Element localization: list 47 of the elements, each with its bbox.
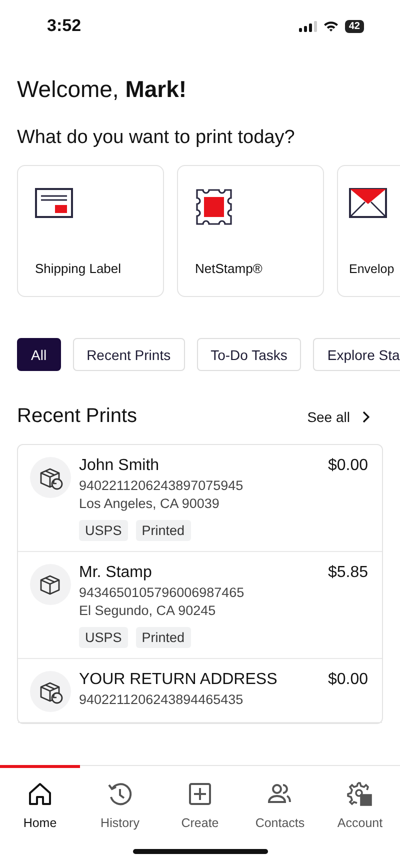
print-option-label: Envelop <box>349 262 396 276</box>
filter-chip[interactable]: Explore Sta <box>313 338 400 371</box>
print-option-label: NetStamp® <box>195 261 264 276</box>
user-name: Mark! <box>125 76 187 102</box>
tracking-number: 9402211206243897075945 <box>79 478 244 493</box>
home-icon <box>26 780 54 808</box>
envelope-icon <box>349 188 387 218</box>
price: $5.85 <box>328 564 368 582</box>
create-icon <box>186 780 214 808</box>
filter-chip[interactable]: To-Do Tasks <box>196 338 302 371</box>
tracking-number: 9434650105796006987465 <box>79 585 246 600</box>
recipient-name: John Smith <box>79 457 160 475</box>
status-time: 3:52 <box>47 16 82 36</box>
account-icon <box>346 780 374 808</box>
print-option-card[interactable]: NetStamp® <box>177 165 324 297</box>
label-icon <box>35 188 73 218</box>
price: $0.00 <box>328 457 368 475</box>
section-heading: What do you want to print today? <box>17 127 296 149</box>
status-tag: USPS <box>79 627 128 648</box>
chevron-right-icon[interactable] <box>362 410 370 422</box>
section-heading: Recent Prints <box>17 405 138 428</box>
recipient-name: YOUR RETURN ADDRESS <box>79 671 278 689</box>
tab-bar-item[interactable]: History <box>80 765 160 838</box>
tracking-number: 9402211206243894465435 <box>79 692 244 707</box>
print-option-card[interactable]: Envelop <box>337 165 400 297</box>
recipient-address: El Segundo, CA 90245 <box>79 603 217 618</box>
stamp-icon <box>195 188 233 226</box>
filter-chip[interactable]: All <box>17 338 61 371</box>
history-icon <box>106 780 134 808</box>
print-option-card[interactable]: Shipping Label <box>17 165 164 297</box>
status-tag: Printed <box>136 627 191 648</box>
welcome-text: Welcome, <box>17 76 119 102</box>
tab-bar-item[interactable]: Home <box>0 765 80 838</box>
filter-chip[interactable]: Recent Prints <box>72 338 185 371</box>
status-tag: USPS <box>79 520 128 541</box>
tab-bar-item[interactable]: Account <box>320 765 400 838</box>
print-option-label: Shipping Label <box>35 261 122 276</box>
battery-indicator: 42 <box>344 20 364 32</box>
see-all-link[interactable]: See all <box>307 408 350 424</box>
status-tag: Printed <box>136 520 191 541</box>
price: $0.00 <box>328 671 368 689</box>
recipient-address: Los Angeles, CA 90039 <box>79 496 220 511</box>
wifi-icon <box>322 20 339 32</box>
signal-icon <box>298 20 317 32</box>
tab-bar-item[interactable]: Create <box>160 765 240 838</box>
tab-bar-item[interactable]: Contacts <box>240 765 320 838</box>
recipient-name: Mr. Stamp <box>79 564 153 582</box>
